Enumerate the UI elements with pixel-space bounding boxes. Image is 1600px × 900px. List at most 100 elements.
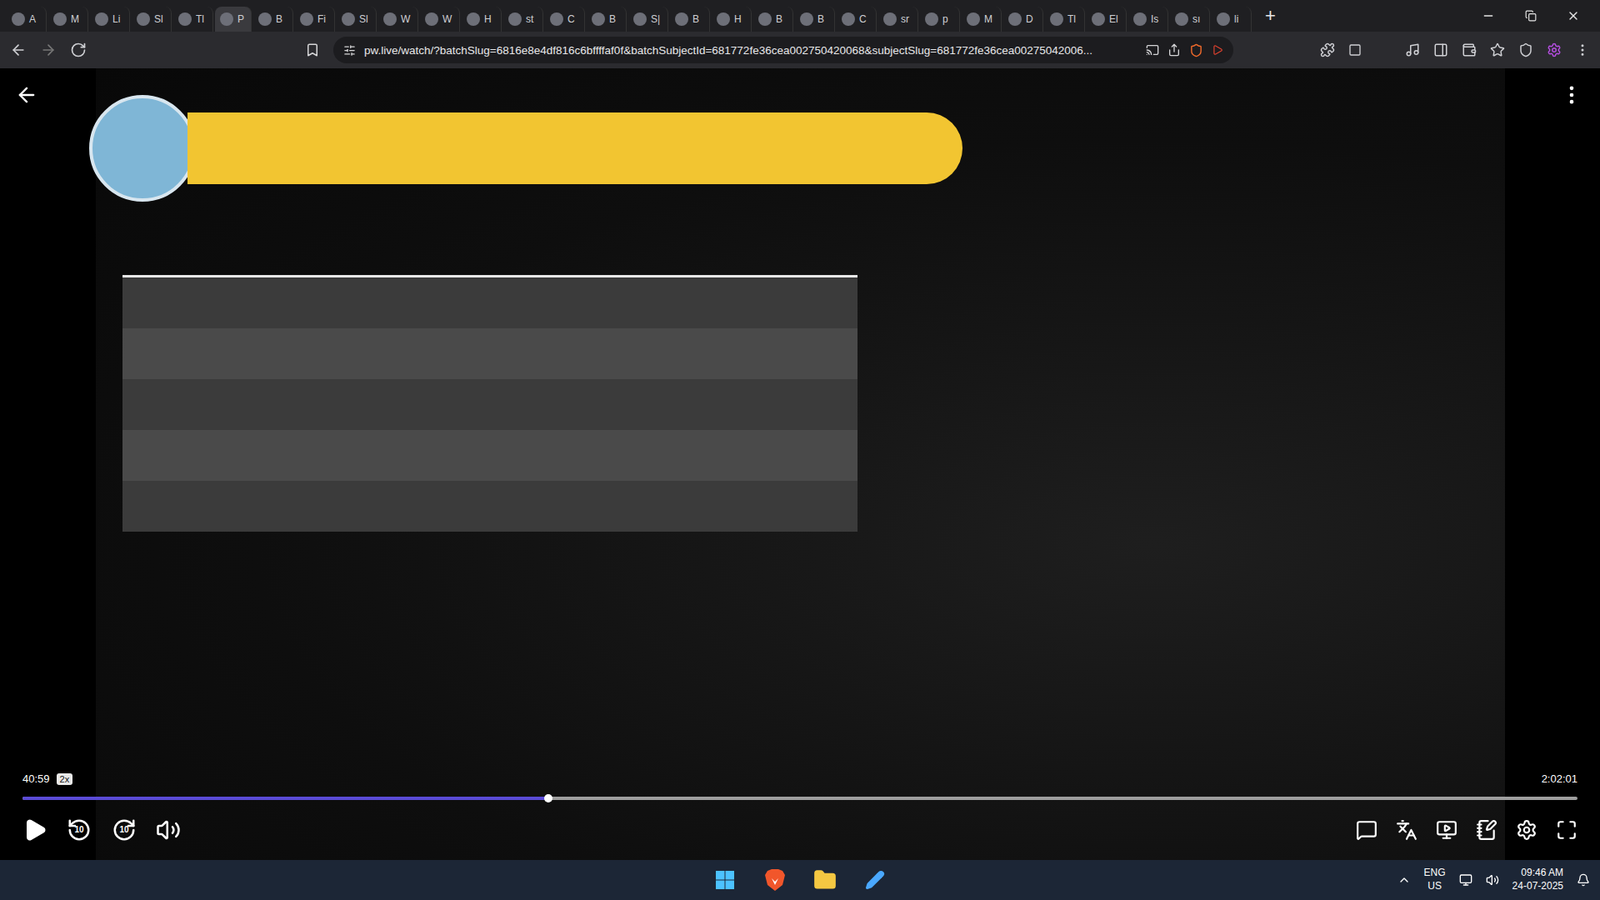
profile-icon[interactable] — [1546, 42, 1562, 58]
favicon-icon — [300, 12, 314, 26]
browser-tab[interactable]: sı — [1170, 6, 1210, 32]
slide-banner — [95, 95, 1505, 202]
url-text: pw.live/watch/?batchSlug=6816e8e4df816c6… — [364, 44, 1138, 57]
browser-tab[interactable]: B — [670, 6, 710, 32]
browser-tab[interactable]: El — [1086, 6, 1127, 32]
browser-tab[interactable]: Sl — [336, 6, 377, 32]
picture-in-picture-icon[interactable] — [1435, 819, 1458, 841]
bookmark-icon[interactable] — [305, 42, 320, 58]
tab-label: B — [817, 13, 825, 25]
network-icon[interactable] — [1459, 873, 1473, 887]
browser-tab[interactable]: H — [461, 6, 502, 32]
wallet-icon[interactable] — [1461, 42, 1477, 58]
extensions-icon[interactable] — [1320, 42, 1335, 58]
favicon-icon — [258, 12, 272, 26]
browser-tab[interactable]: B — [253, 6, 294, 32]
back-icon[interactable] — [10, 41, 27, 59]
browser-tab[interactable]: Tl — [173, 6, 214, 32]
browser-tab[interactable]: S| — [628, 6, 669, 32]
translate-icon[interactable] — [1395, 819, 1418, 841]
browser-tab[interactable]: Li — [90, 6, 130, 32]
monitor-icon[interactable] — [1348, 43, 1362, 57]
browser-tab[interactable]: Sl — [131, 6, 172, 32]
close-window-icon[interactable] — [1566, 9, 1580, 23]
notes-icon[interactable] — [1475, 819, 1498, 841]
forward-button[interactable]: 10 — [110, 816, 138, 844]
url-field[interactable]: pw.live/watch/?batchSlug=6816e8e4df816c6… — [333, 36, 1234, 64]
rewind-button[interactable]: 10 — [65, 816, 93, 844]
extensions — [1320, 42, 1590, 58]
favicon-icon — [675, 12, 689, 26]
music-icon[interactable] — [1405, 42, 1420, 58]
browser-tab[interactable]: Fi — [295, 6, 335, 32]
tab-label: p — [942, 13, 949, 25]
notifications-icon[interactable] — [1576, 873, 1590, 887]
new-tab-button[interactable]: + — [1253, 5, 1288, 27]
browser-tab[interactable]: Tl — [1045, 6, 1085, 32]
brave-taskbar-button[interactable] — [758, 863, 792, 897]
browser-tab[interactable]: C — [545, 6, 585, 32]
slide-table-row — [122, 328, 858, 380]
start-button[interactable] — [708, 863, 742, 897]
tab-label: D — [1025, 13, 1034, 25]
browser-tab[interactable]: li — [1211, 6, 1252, 32]
subtitles-icon[interactable] — [1355, 819, 1378, 841]
site-settings-icon[interactable] — [343, 44, 356, 57]
clock[interactable]: 09:46 AM24-07-2025 — [1512, 866, 1564, 893]
browser-tab[interactable]: H — [711, 6, 752, 32]
favicon-icon — [220, 12, 234, 26]
browser-tab[interactable]: B — [753, 6, 794, 32]
browser-tab[interactable]: A — [6, 6, 47, 32]
duration: 2:02:01 — [1541, 772, 1578, 785]
browser-tab[interactable]: P — [215, 6, 252, 32]
volume-icon[interactable] — [155, 817, 181, 843]
video-frame — [95, 68, 1505, 860]
more-options-icon[interactable] — [1560, 83, 1584, 107]
browser-tab[interactable]: st — [503, 6, 544, 32]
browser-tab[interactable]: B — [795, 6, 835, 32]
favicon-icon — [841, 12, 855, 26]
browser-tab[interactable]: M — [48, 6, 89, 32]
minimize-icon[interactable] — [1481, 9, 1495, 23]
play-icon[interactable] — [22, 817, 48, 843]
show-hidden-icon[interactable] — [1397, 873, 1411, 887]
restore-icon[interactable] — [1525, 10, 1537, 22]
cast-icon[interactable] — [1145, 43, 1160, 57]
browser-tab[interactable]: sr — [878, 6, 919, 32]
pen-taskbar-button[interactable] — [858, 863, 892, 897]
speed-badge[interactable]: 2x — [56, 773, 74, 785]
browser-tab[interactable]: B — [586, 6, 627, 32]
slide-table — [122, 231, 858, 532]
back-icon[interactable] — [15, 83, 39, 107]
browser-tab[interactable]: D — [1003, 6, 1044, 32]
sidebar-icon[interactable] — [1433, 42, 1449, 58]
tab-label: S| — [650, 13, 660, 25]
brave-shield-icon[interactable] — [1189, 43, 1204, 58]
rewards-icon[interactable] — [1211, 44, 1224, 56]
tab-label: El — [1109, 13, 1119, 25]
speaker-icon[interactable] — [1485, 873, 1500, 887]
menu-icon[interactable] — [1575, 42, 1590, 58]
reload-icon[interactable] — [70, 41, 87, 59]
favicon-icon — [633, 12, 647, 26]
browser-tab[interactable]: W — [420, 6, 460, 32]
share-icon[interactable] — [1167, 43, 1181, 57]
browser-tab[interactable]: Is — [1128, 6, 1169, 32]
leo-icon[interactable] — [1490, 42, 1505, 58]
favicon-icon — [550, 12, 564, 26]
settings-icon[interactable] — [1515, 819, 1538, 841]
explorer-taskbar-button[interactable] — [808, 863, 842, 897]
vpn-icon[interactable] — [1518, 42, 1534, 58]
fullscreen-icon[interactable] — [1555, 819, 1578, 841]
favicon-icon — [341, 12, 355, 26]
video-player[interactable]: 40:592x2:02:011010 — [0, 68, 1600, 860]
browser-tab[interactable]: p — [920, 6, 960, 32]
browser-tab[interactable]: M — [961, 6, 1002, 32]
progress-bar[interactable] — [22, 796, 1578, 800]
browser-tab[interactable]: W — [378, 6, 419, 32]
language-indicator[interactable]: ENGUS — [1424, 866, 1446, 893]
favicon-icon — [1133, 12, 1147, 26]
browser-tab[interactable]: C — [836, 6, 877, 32]
forward-icon[interactable] — [40, 41, 57, 59]
progress-handle[interactable] — [544, 794, 553, 803]
